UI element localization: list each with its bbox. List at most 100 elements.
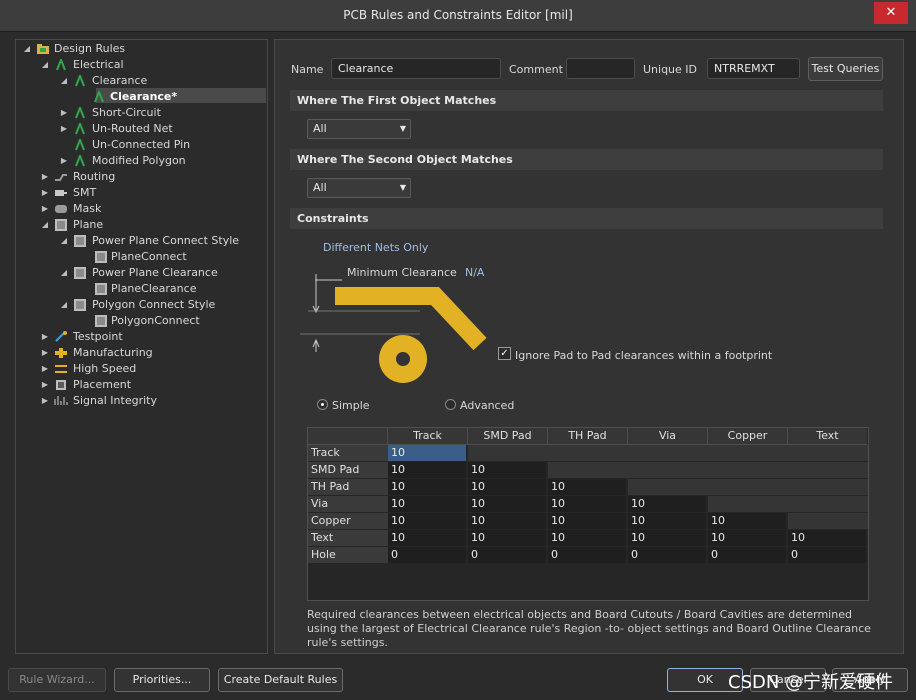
tree-label: Design Rules xyxy=(54,42,126,55)
matrix-cell[interactable]: 10 xyxy=(708,530,786,546)
collapse-arrow-icon[interactable]: ▶ xyxy=(40,185,50,201)
rule-wizard-button[interactable]: Rule Wizard... xyxy=(8,668,106,692)
matrix-cell[interactable]: 10 xyxy=(468,530,546,546)
col-header: Via xyxy=(628,428,708,445)
test-queries-button[interactable]: Test Queries xyxy=(808,57,883,81)
tree-label: Polygon Connect Style xyxy=(92,298,216,311)
name-field[interactable]: Clearance xyxy=(331,58,501,79)
collapse-arrow-icon[interactable]: ▶ xyxy=(59,105,69,121)
first-match-header: Where The First Object Matches xyxy=(290,90,883,111)
collapse-arrow-icon[interactable]: ▶ xyxy=(40,393,50,409)
tree-label: SMT xyxy=(73,186,97,199)
create-default-rules-button[interactable]: Create Default Rules xyxy=(218,668,343,692)
tree-label: Plane xyxy=(73,218,104,231)
rule-icon xyxy=(94,91,104,103)
matrix-cell[interactable]: 0 xyxy=(628,547,706,563)
priorities-button[interactable]: Priorities... xyxy=(114,668,210,692)
col-header: TH Pad xyxy=(548,428,628,445)
expand-arrow-icon[interactable]: ◢ xyxy=(59,265,69,281)
matrix-cell[interactable]: 10 xyxy=(628,496,706,512)
matrix-cell[interactable]: 10 xyxy=(388,496,466,512)
tree-label: Power Plane Clearance xyxy=(92,266,218,279)
matrix-cell[interactable]: 10 xyxy=(388,462,466,478)
matrix-cell[interactable]: 0 xyxy=(388,547,466,563)
plane-icon xyxy=(55,219,67,231)
tree-label: Clearance* xyxy=(110,90,178,103)
matrix-cell[interactable]: 10 xyxy=(628,513,706,529)
matrix-cell[interactable]: 10 xyxy=(388,479,466,495)
expand-arrow-icon[interactable]: ◢ xyxy=(59,233,69,249)
simple-radio[interactable] xyxy=(317,399,328,410)
tree-label: Un-Routed Net xyxy=(92,122,173,135)
high-speed-icon xyxy=(55,365,67,373)
comment-field[interactable] xyxy=(566,58,635,79)
collapse-arrow-icon[interactable]: ▶ xyxy=(59,121,69,137)
expand-arrow-icon[interactable]: ◢ xyxy=(59,73,69,89)
collapse-arrow-icon[interactable]: ▶ xyxy=(40,329,50,345)
plane-icon xyxy=(95,315,107,327)
tree-label: Testpoint xyxy=(73,330,123,343)
row-header: TH Pad xyxy=(308,479,390,496)
matrix-cell[interactable]: 10 xyxy=(468,513,546,529)
matrix-cell[interactable]: 10 xyxy=(708,513,786,529)
matrix-cell[interactable]: 0 xyxy=(468,547,546,563)
tree-label: Un-Connected Pin xyxy=(92,138,191,151)
tree-label: Short-Circuit xyxy=(92,106,161,119)
second-match-combo[interactable]: All ▼ xyxy=(307,178,411,198)
tree-label: PolygonConnect xyxy=(111,314,200,327)
matrix-cell[interactable]: 10 xyxy=(628,530,706,546)
tree-label: Routing xyxy=(73,170,116,183)
row-header: Track xyxy=(308,445,390,462)
advanced-radio[interactable] xyxy=(445,399,456,410)
expand-arrow-icon[interactable]: ◢ xyxy=(40,57,50,73)
expand-arrow-icon[interactable]: ◢ xyxy=(22,41,32,57)
matrix-cell[interactable]: 10 xyxy=(388,513,466,529)
unique-id-field[interactable]: NTRREMXT xyxy=(707,58,800,79)
ignore-pad-checkbox[interactable]: ✓ xyxy=(498,347,511,360)
clearance-icon xyxy=(75,75,85,87)
row-header: Text xyxy=(308,530,390,547)
combo-value: All xyxy=(313,122,327,135)
different-nets-link[interactable]: Different Nets Only xyxy=(323,241,428,254)
collapse-arrow-icon[interactable]: ▶ xyxy=(40,201,50,217)
collapse-arrow-icon[interactable]: ▶ xyxy=(59,153,69,169)
matrix-cell[interactable]: 10 xyxy=(788,530,866,546)
expand-arrow-icon[interactable]: ◢ xyxy=(59,297,69,313)
expand-arrow-icon[interactable]: ◢ xyxy=(40,217,50,233)
modified-polygon-icon xyxy=(75,155,85,167)
matrix-cell[interactable]: 10 xyxy=(468,496,546,512)
first-match-combo[interactable]: All ▼ xyxy=(307,119,411,139)
manufacturing-icon xyxy=(55,348,67,358)
collapse-arrow-icon[interactable]: ▶ xyxy=(40,345,50,361)
unrouted-net-icon xyxy=(75,123,85,135)
smt-icon xyxy=(55,190,67,196)
close-button[interactable]: ✕ xyxy=(874,2,908,24)
ignore-pad-label: Ignore Pad to Pad clearances within a fo… xyxy=(515,349,773,362)
matrix-empty xyxy=(468,445,868,461)
dropdown-arrow-icon: ▼ xyxy=(399,183,406,192)
matrix-cell[interactable]: 10 xyxy=(548,513,626,529)
dropdown-arrow-icon: ▼ xyxy=(399,124,406,133)
matrix-cell[interactable]: 10 xyxy=(388,445,466,461)
matrix-cell[interactable]: 10 xyxy=(388,530,466,546)
plane-icon xyxy=(74,299,86,311)
clearance-matrix: Track SMD Pad TH Pad Via Copper Text Tra… xyxy=(307,427,869,601)
collapse-arrow-icon[interactable]: ▶ xyxy=(40,169,50,185)
collapse-arrow-icon[interactable]: ▶ xyxy=(40,361,50,377)
matrix-cell[interactable]: 0 xyxy=(788,547,866,563)
section-title: Where The Second Object Matches xyxy=(297,153,513,166)
unconnected-pin-icon xyxy=(75,139,85,151)
plane-icon xyxy=(95,283,107,295)
row-header: SMD Pad xyxy=(308,462,390,479)
collapse-arrow-icon[interactable]: ▶ xyxy=(40,377,50,393)
matrix-cell[interactable]: 0 xyxy=(708,547,786,563)
row-header: Via xyxy=(308,496,390,513)
matrix-cell[interactable]: 10 xyxy=(548,496,626,512)
matrix-cell[interactable]: 10 xyxy=(548,530,626,546)
matrix-cell[interactable]: 10 xyxy=(548,479,626,495)
matrix-cell[interactable]: 10 xyxy=(468,462,546,478)
tree-label: Electrical xyxy=(73,58,124,71)
matrix-cell[interactable]: 10 xyxy=(468,479,546,495)
matrix-empty xyxy=(788,513,868,529)
matrix-cell[interactable]: 0 xyxy=(548,547,626,563)
